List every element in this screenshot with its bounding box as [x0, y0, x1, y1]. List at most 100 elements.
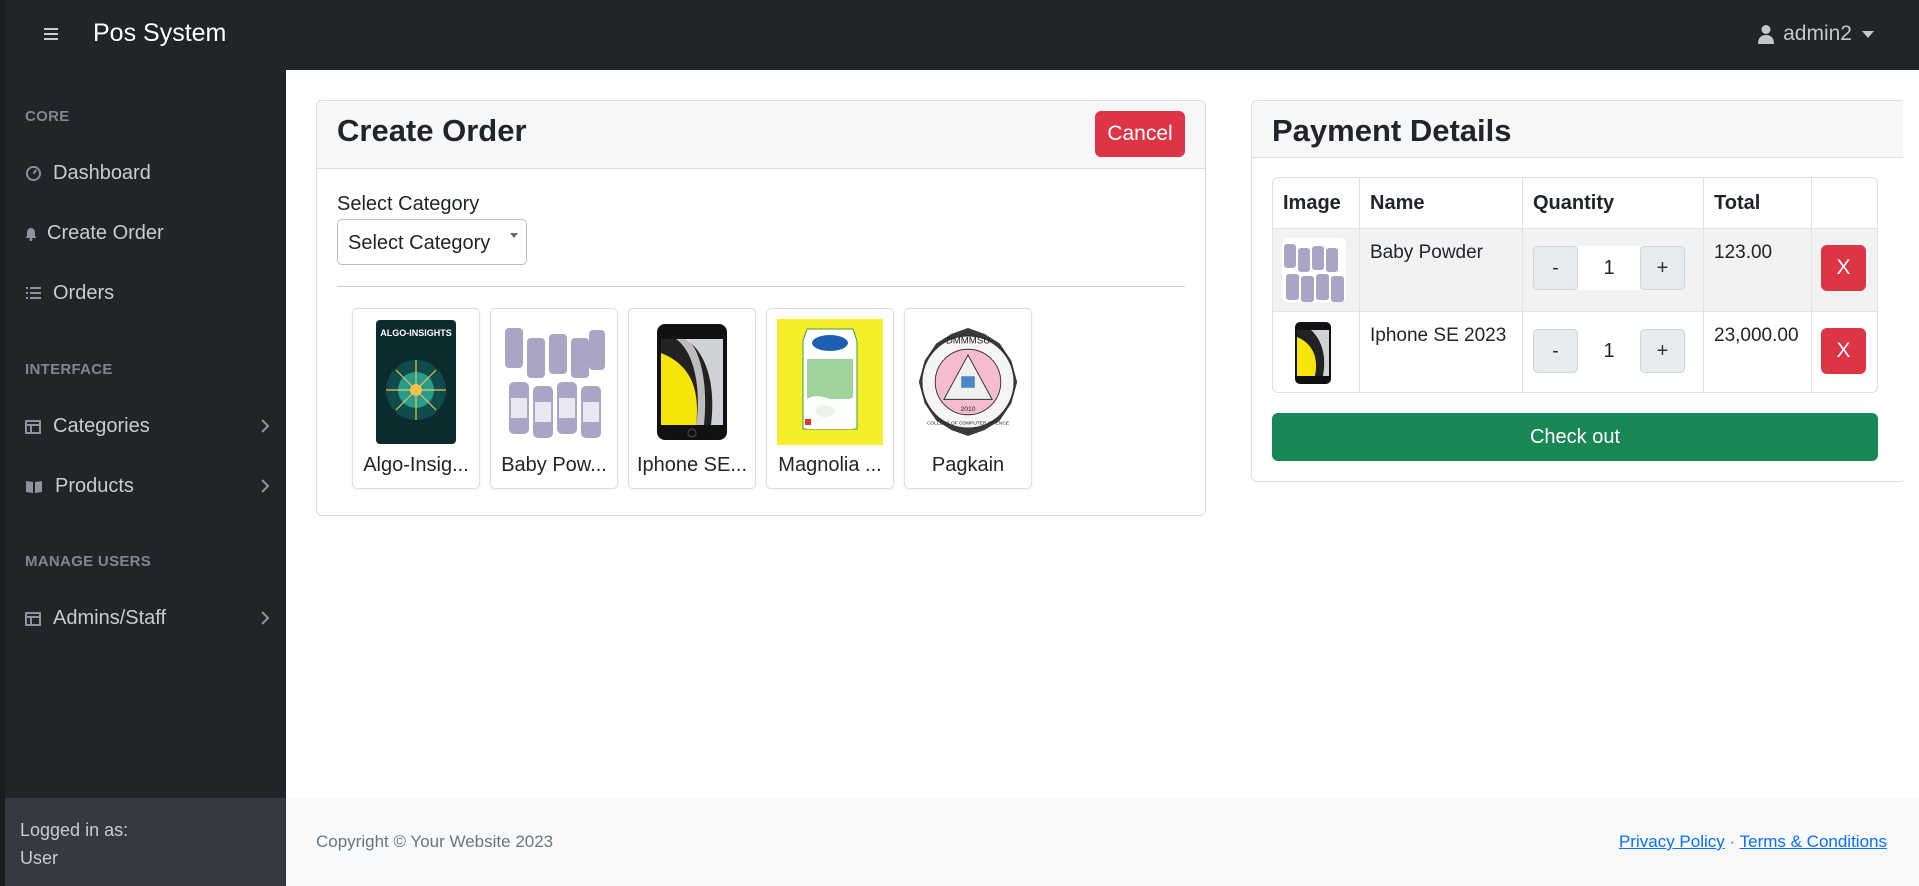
item-name: Baby Powder [1370, 242, 1484, 263]
user-icon [1758, 25, 1775, 44]
sidebar-item-dashboard[interactable]: Dashboard [25, 162, 270, 185]
sidebar-item-label: Categories [53, 415, 150, 437]
cancel-button[interactable]: Cancel [1095, 111, 1185, 157]
select-category-label: Select Category [337, 193, 480, 215]
item-thumbnail [1282, 238, 1346, 302]
create-order-header: Create Order Cancel [317, 101, 1205, 169]
list-icon [25, 286, 41, 302]
privacy-policy-link[interactable]: Privacy Policy [1619, 832, 1725, 851]
main-content: Create Order Cancel Select Category Sele… [286, 70, 1919, 798]
product-name: Baby Pow... [501, 454, 607, 476]
column-header-image: Image [1283, 192, 1341, 214]
user-name: admin2 [1783, 22, 1852, 45]
top-navbar: Pos System admin2 [0, 0, 1919, 70]
payment-details-card: Payment Details Image Name Quantity Tota… [1251, 100, 1906, 482]
create-order-card: Create Order Cancel Select Category Sele… [316, 100, 1206, 516]
sidebar-heading-core: CORE [25, 108, 70, 125]
sidebar-item-admins-staff[interactable]: Admins/Staff [25, 607, 270, 630]
product-image [777, 319, 883, 445]
chevron-right-icon [261, 419, 270, 433]
scrollbar-gutter [1903, 70, 1919, 798]
svg-text:COLLEGE OF COMPUTER SCIENCE: COLLEGE OF COMPUTER SCIENCE [927, 420, 1009, 426]
category-select[interactable]: Select Category [337, 219, 527, 265]
item-name: Iphone SE 2023 [1370, 325, 1507, 346]
decrement-button[interactable]: - [1533, 329, 1578, 373]
item-total: 123.00 [1714, 242, 1773, 263]
footer-links: Privacy Policy · Terms & Conditions [1619, 832, 1887, 852]
column-header-total: Total [1714, 192, 1761, 214]
dashboard-icon [25, 166, 41, 182]
terms-link[interactable]: Terms & Conditions [1740, 832, 1887, 851]
page-title: Create Order [337, 113, 527, 148]
brand-title[interactable]: Pos System [93, 19, 226, 48]
column-header-name: Name [1370, 192, 1425, 214]
sidebar-item-label: Products [55, 475, 134, 497]
product-image: DMMMSU COLLEGE OF COMPUTER SCIENCE 2010 [915, 319, 1021, 445]
row-divider [1273, 228, 1877, 229]
product-image: ALGO-INSIGHTS [363, 319, 469, 445]
svg-text:2010: 2010 [961, 406, 976, 413]
product-name: Algo-Insig... [363, 454, 469, 476]
sidebar-item-label: Orders [53, 282, 115, 304]
order-items-table: Image Name Quantity Total Baby Powder - … [1272, 177, 1878, 393]
svg-text:ALGO-INSIGHTS: ALGO-INSIGHTS [380, 328, 452, 338]
sidebar-heading-manage-users: MANAGE USERS [25, 553, 152, 570]
product-card[interactable]: Iphone SE... [628, 308, 756, 489]
sidebar-item-label: Create Order [47, 222, 164, 244]
decrement-button[interactable]: - [1533, 246, 1578, 290]
svg-text:DMMMSU: DMMMSU [946, 335, 990, 346]
table-header: Image Name Quantity Total [1273, 178, 1877, 228]
quantity-input[interactable] [1578, 246, 1640, 290]
checkout-button[interactable]: Check out [1272, 413, 1878, 461]
logged-in-user: User [20, 848, 59, 868]
payment-title: Payment Details [1272, 113, 1512, 148]
product-name: Pagkain [931, 454, 1005, 476]
sidebar-item-orders[interactable]: Orders [25, 282, 270, 305]
user-menu-dropdown[interactable]: admin2 [1757, 22, 1874, 46]
quantity-input[interactable] [1578, 329, 1640, 373]
quantity-stepper: - + [1533, 328, 1685, 374]
sidebar-item-label: Dashboard [53, 162, 151, 184]
chevron-right-icon [261, 479, 270, 493]
row-divider [1273, 311, 1877, 312]
product-card[interactable]: ALGO-INSIGHTS Algo-Insig... [352, 308, 480, 489]
product-image [501, 319, 607, 445]
logged-in-label: Logged in as: [20, 820, 129, 840]
divider [337, 286, 1185, 287]
column-header-quantity: Quantity [1533, 192, 1615, 214]
increment-button[interactable]: + [1640, 246, 1685, 290]
product-card[interactable]: Baby Pow... [490, 308, 618, 489]
chevron-down-icon [510, 233, 518, 238]
page-footer: Copyright © Your Website 2023 Privacy Po… [286, 798, 1919, 886]
chevron-right-icon [261, 611, 270, 625]
sidebar-heading-interface: INTERFACE [25, 361, 113, 378]
sidebar-item-create-order[interactable]: Create Order [25, 222, 270, 245]
bell-icon [25, 226, 37, 242]
window-edge [0, 0, 5, 886]
book-open-icon [25, 479, 43, 495]
sidebar: CORE Dashboard Create Order Orders INTER… [0, 70, 286, 798]
increment-button[interactable]: + [1640, 329, 1685, 373]
chevron-down-icon [1862, 30, 1874, 38]
item-total: 23,000.00 [1714, 325, 1799, 346]
quantity-stepper: - + [1533, 245, 1685, 291]
columns-icon [25, 611, 41, 627]
item-thumbnail [1293, 321, 1333, 385]
product-name: Iphone SE... [636, 454, 748, 476]
columns-icon [25, 419, 41, 435]
payment-details-header: Payment Details [1252, 101, 1905, 158]
link-separator: · [1729, 832, 1736, 851]
product-card[interactable]: DMMMSU COLLEGE OF COMPUTER SCIENCE 2010 … [904, 308, 1032, 489]
copyright-text: Copyright © Your Website 2023 [316, 832, 554, 851]
remove-item-button[interactable]: X [1821, 245, 1866, 291]
sidebar-item-products[interactable]: Products [25, 475, 270, 498]
sidebar-item-label: Admins/Staff [53, 607, 167, 629]
remove-item-button[interactable]: X [1821, 328, 1866, 374]
category-select-value: Select Category [348, 232, 491, 254]
product-image [639, 319, 745, 445]
sidebar-item-categories[interactable]: Categories [25, 415, 270, 438]
product-card[interactable]: Magnolia ... [766, 308, 894, 489]
sidebar-footer: Logged in as: User [0, 798, 286, 886]
product-name: Magnolia ... [778, 454, 882, 476]
sidebar-toggle-icon[interactable] [44, 25, 62, 45]
